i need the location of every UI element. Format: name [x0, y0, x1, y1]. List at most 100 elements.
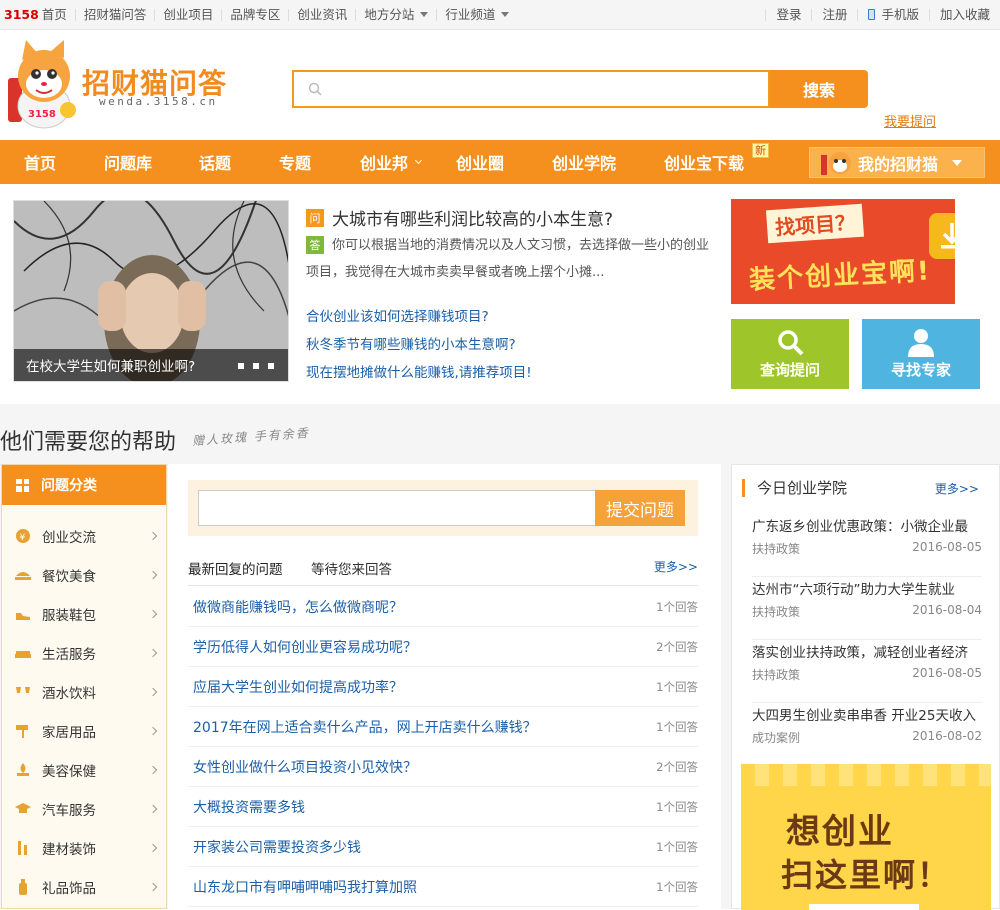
mobile-label: 手机版 — [881, 6, 919, 22]
nav-app-download[interactable]: 创业宝下载 — [664, 140, 744, 184]
top-link-industry[interactable]: 行业频道 — [436, 8, 517, 21]
question-link[interactable]: 应届大学生创业如何提高成功率？ — [193, 677, 403, 697]
featured-answer-text: 你可以根据当地的消费情况以及人文习惯，去选择做一些小的创业项目，我觉得在大城市卖… — [306, 238, 710, 280]
category-item[interactable]: 服装鞋包 — [2, 599, 166, 629]
question-row: 开家装公司需要投资多少钱 1个回答 — [188, 827, 698, 867]
featured-answer: 答 你可以根据当地的消费情况以及人文习惯，去选择做一些小的创业项目，我觉得在大城… — [306, 232, 716, 286]
category-item[interactable]: 家居用品 — [2, 716, 166, 746]
question-row: 做微商能赚钱吗，怎么做微商呢？ 1个回答 — [188, 587, 698, 627]
chevron-right-icon — [148, 609, 158, 619]
featured-link[interactable]: 现在摆地摊做什么能赚钱,请推荐项目! — [306, 361, 532, 381]
category-item[interactable]: ¥ 创业交流 — [2, 521, 166, 551]
search-input[interactable] — [334, 75, 754, 103]
nav-topics[interactable]: 话题 — [199, 140, 231, 184]
news-category[interactable]: 成功案例 — [752, 729, 800, 746]
cat-mascot-logo[interactable]: 3158 — [6, 40, 78, 130]
ad-line-2: 扫这里啊！ — [781, 856, 952, 894]
top-link-projects[interactable]: 创业项目 — [154, 8, 221, 21]
logo-subtitle: wenda.3158.cn — [99, 95, 218, 108]
question-link[interactable]: 开家装公司需要投资多少钱 — [193, 837, 361, 857]
find-expert-button[interactable]: 寻找专家 — [862, 319, 980, 389]
news-title-link[interactable]: 大四男生创业卖串串香 开业25天收入 — [752, 704, 982, 724]
academy-more-link[interactable]: 更多>> — [935, 480, 979, 497]
question-link[interactable]: 做微商能赚钱吗，怎么做微商呢？ — [193, 597, 403, 617]
nav-circle[interactable]: 创业圈 — [456, 140, 504, 184]
news-title-link[interactable]: 广东返乡创业优惠政策：小微企业最 — [752, 515, 982, 535]
site-home-link[interactable]: 3158 首页 — [0, 6, 75, 22]
chevron-right-icon — [148, 648, 158, 658]
news-date: 2016-08-05 — [912, 666, 982, 680]
top-link-regions[interactable]: 地方分站 — [355, 8, 436, 21]
category-item[interactable]: 生活服务 — [2, 638, 166, 668]
category-label: 汽车服务 — [42, 803, 96, 819]
chevron-right-icon — [148, 531, 158, 541]
category-item[interactable]: 餐饮美食 — [2, 560, 166, 590]
tab-waiting-answers[interactable]: 等待您来回答 — [311, 558, 392, 578]
top-link-wenda[interactable]: 招财猫问答 — [74, 8, 155, 21]
top-link-brands[interactable]: 品牌专区 — [221, 8, 288, 21]
question-input[interactable] — [198, 490, 596, 526]
academy-news-item: 落实创业扶持政策，减轻创业者经济 扶持政策 2016-08-05 — [752, 641, 982, 703]
hero-carousel[interactable]: 在校大学生如何兼职创业啊? — [13, 200, 289, 382]
dot[interactable] — [268, 363, 274, 369]
question-row: 女性创业做什么项目投资小见效快？ 2个回答 — [188, 747, 698, 787]
nav-specials[interactable]: 专题 — [279, 140, 311, 184]
category-item[interactable]: 汽车服务 — [2, 794, 166, 824]
featured-link[interactable]: 秋冬季节有哪些赚钱的小本生意啊? — [306, 333, 516, 353]
category-item[interactable]: 礼品饰品 — [2, 872, 166, 902]
category-item[interactable]: 建材装饰 — [2, 833, 166, 863]
question-row: 2017年在网上适合卖什么产品，网上开店卖什么赚钱？ 1个回答 — [188, 707, 698, 747]
chevron-down-icon — [414, 156, 423, 164]
question-link[interactable]: 学历低得人如何创业更容易成功呢？ — [193, 637, 417, 657]
carousel-dots[interactable] — [238, 363, 274, 369]
nav-chuangyebang[interactable]: 创业邦 — [360, 140, 423, 184]
academy-news-item: 达州市“六项行动”助力大学生就业 扶持政策 2016-08-04 — [752, 578, 982, 640]
question-link[interactable]: 女性创业做什么项目投资小见效快？ — [193, 757, 417, 777]
news-category[interactable]: 扶持政策 — [752, 540, 800, 557]
news-title-link[interactable]: 达州市“六项行动”助力大学生就业 — [752, 578, 982, 598]
dot[interactable] — [238, 363, 244, 369]
question-link[interactable]: 山东龙口市有呷哺呷哺吗我打算加照 — [193, 877, 417, 897]
register-link[interactable]: 注册 — [811, 8, 857, 21]
category-label: 服装鞋包 — [42, 608, 96, 624]
favorite-link[interactable]: 加入收藏 — [928, 8, 1000, 21]
tab-latest-replies[interactable]: 最新回复的问题 — [188, 558, 283, 578]
bottle-icon — [19, 879, 27, 895]
submit-question-button[interactable]: 提交问题 — [595, 490, 685, 526]
featured-link[interactable]: 合伙创业该如何选择赚钱项目? — [306, 305, 489, 325]
login-link[interactable]: 登录 — [765, 8, 811, 21]
top-link-news[interactable]: 创业资讯 — [288, 8, 355, 21]
expert-label: 寻找专家 — [890, 361, 951, 379]
question-row: 大概投资需要多钱 1个回答 — [188, 787, 698, 827]
news-title-link[interactable]: 落实创业扶持政策，减轻创业者经济 — [752, 641, 982, 661]
nav-home[interactable]: 首页 — [24, 140, 56, 184]
news-category[interactable]: 扶持政策 — [752, 666, 800, 683]
chevron-down-icon — [420, 12, 429, 17]
category-item[interactable]: 酒水饮料 — [2, 677, 166, 707]
featured-question[interactable]: 问 大城市有哪些利润比较高的小本生意? — [306, 205, 613, 230]
dot[interactable] — [253, 363, 259, 369]
svg-text:¥: ¥ — [20, 533, 26, 543]
app-ad-banner[interactable]: 找项目？ 装个创业宝啊! — [731, 199, 955, 304]
ask-question-link[interactable]: 我要提问 — [884, 111, 936, 130]
more-questions-link[interactable]: 更多>> — [654, 558, 698, 575]
category-item[interactable]: 美容保健 — [2, 755, 166, 785]
home-prefix: 3158 — [4, 6, 39, 22]
category-label: 酒水饮料 — [42, 686, 96, 702]
nav-question-library[interactable]: 问题库 — [104, 140, 152, 184]
ad-decoration — [741, 764, 991, 786]
spa-icon — [17, 763, 29, 776]
graduation-cap-icon — [15, 803, 31, 813]
mobile-link[interactable]: 手机版 — [857, 6, 929, 22]
academy-panel: 今日创业学院 更多>> 广东返乡创业优惠政策：小微企业最 扶持政策 2016-08-… — [731, 464, 1000, 910]
my-zhaocaimao-dropdown[interactable]: 我的招财猫 — [809, 147, 985, 178]
search-button[interactable]: 搜索 — [770, 70, 868, 108]
query-questions-button[interactable]: 查询提问 — [731, 319, 849, 389]
ad-line-2: 装个创业宝啊! — [748, 256, 932, 296]
nav-academy[interactable]: 创业学院 — [552, 140, 616, 184]
question-link[interactable]: 2017年在网上适合卖什么产品，网上开店卖什么赚钱？ — [193, 717, 537, 737]
scan-qr-ad[interactable]: 想创业 扫这里啊！ — [741, 764, 991, 910]
news-category[interactable]: 扶持政策 — [752, 603, 800, 620]
svg-text:3158: 3158 — [28, 109, 56, 120]
question-link[interactable]: 大概投资需要多钱 — [193, 797, 305, 817]
